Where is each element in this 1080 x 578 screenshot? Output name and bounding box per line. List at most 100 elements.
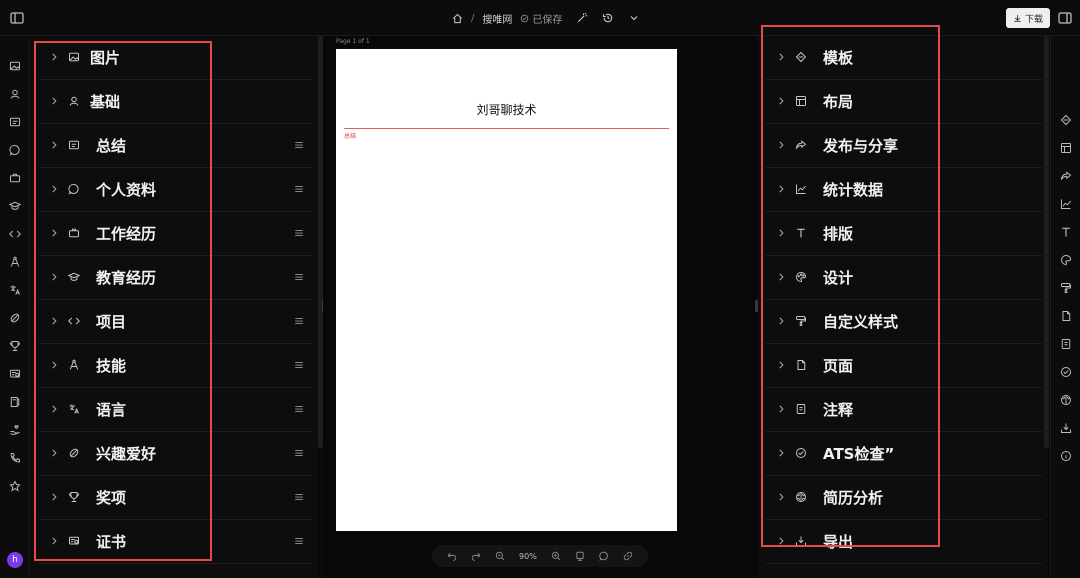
link-icon[interactable] (623, 551, 633, 561)
brain-icon[interactable] (1060, 394, 1072, 406)
page-icon[interactable] (1060, 310, 1072, 322)
section-profiles[interactable]: 个人资料 (39, 168, 312, 212)
share-icon[interactable] (1060, 170, 1072, 182)
section-design[interactable]: 设计 (766, 256, 1042, 300)
chevron-right-icon[interactable] (776, 359, 786, 371)
chevron-right-icon[interactable] (49, 51, 59, 63)
layout-icon[interactable] (1060, 142, 1072, 154)
zoom-in-icon[interactable] (551, 551, 561, 561)
export-icon[interactable] (1060, 422, 1072, 434)
chevron-right-icon[interactable] (776, 535, 786, 547)
section-export[interactable]: 导出 (766, 520, 1042, 564)
chevron-right-icon[interactable] (776, 95, 786, 107)
chevron-right-icon[interactable] (776, 403, 786, 415)
section-awards[interactable]: 奖项 (39, 476, 312, 520)
drag-handle-icon[interactable] (294, 447, 304, 459)
section-summary[interactable]: 总结 (39, 124, 312, 168)
drag-handle-icon[interactable] (294, 403, 304, 415)
fit-page-icon[interactable] (575, 551, 585, 561)
chevron-right-icon[interactable] (776, 183, 786, 195)
right-panel-scrollbar[interactable] (1044, 36, 1049, 448)
chevron-right-icon[interactable] (776, 139, 786, 151)
paint-roller-icon[interactable] (1060, 282, 1072, 294)
palette-icon[interactable] (1060, 254, 1072, 266)
section-resume-analysis[interactable]: 简历分析 (766, 476, 1042, 520)
drag-handle-icon[interactable] (294, 359, 304, 371)
drag-handle-icon[interactable] (294, 315, 304, 327)
chevron-right-icon[interactable] (49, 403, 59, 415)
drag-handle-icon[interactable] (294, 271, 304, 283)
section-notes[interactable]: 注释 (766, 388, 1042, 432)
chevron-right-icon[interactable] (49, 447, 59, 459)
code-icon[interactable] (9, 228, 21, 240)
briefcase-icon[interactable] (9, 172, 21, 184)
avatar[interactable]: h (7, 552, 23, 568)
undo-icon[interactable] (447, 551, 457, 561)
chart-icon[interactable] (1060, 198, 1072, 210)
section-picture[interactable]: 图片 (39, 36, 312, 80)
image-icon[interactable] (9, 60, 21, 72)
drag-handle-icon[interactable] (294, 183, 304, 195)
summary-icon[interactable] (9, 116, 21, 128)
section-page[interactable]: 页面 (766, 344, 1042, 388)
section-basics[interactable]: 基础 (39, 80, 312, 124)
section-certificates[interactable]: 证书 (39, 520, 312, 564)
check-circle-icon[interactable] (1060, 366, 1072, 378)
magic-wand-icon[interactable] (576, 12, 588, 24)
info-icon[interactable] (1060, 450, 1072, 462)
type-icon[interactable] (1060, 226, 1072, 238)
drag-handle-icon[interactable] (294, 535, 304, 547)
comment-icon[interactable] (599, 551, 609, 561)
section-typography[interactable]: 排版 (766, 212, 1042, 256)
chevron-right-icon[interactable] (776, 227, 786, 239)
chevron-right-icon[interactable] (49, 535, 59, 547)
chevron-right-icon[interactable] (49, 359, 59, 371)
drag-handle-icon[interactable] (294, 491, 304, 503)
volunteer-icon[interactable] (9, 424, 21, 436)
note-icon[interactable] (1060, 338, 1072, 350)
redo-icon[interactable] (471, 551, 481, 561)
right-panel-toggle-icon[interactable] (1057, 10, 1073, 26)
section-projects[interactable]: 项目 (39, 300, 312, 344)
chat-icon[interactable] (9, 144, 21, 156)
zoom-out-icon[interactable] (495, 551, 505, 561)
section-custom-css[interactable]: 自定义样式 (766, 300, 1042, 344)
leaf-icon[interactable] (9, 312, 21, 324)
history-icon[interactable] (602, 12, 614, 24)
resume-page[interactable]: 刘哥聊技术 总结 (336, 49, 677, 531)
star-icon[interactable] (9, 480, 21, 492)
phone-icon[interactable] (9, 452, 21, 464)
certificate-icon[interactable] (9, 368, 21, 380)
chevron-right-icon[interactable] (776, 51, 786, 63)
document-title[interactable]: 搜唯网 (482, 11, 512, 26)
section-statistics[interactable]: 统计数据 (766, 168, 1042, 212)
home-icon[interactable] (452, 13, 463, 24)
translate-icon[interactable] (9, 284, 21, 296)
section-education[interactable]: 教育经历 (39, 256, 312, 300)
section-layout[interactable]: 布局 (766, 80, 1042, 124)
chevron-right-icon[interactable] (776, 491, 786, 503)
chevron-right-icon[interactable] (776, 271, 786, 283)
chevron-right-icon[interactable] (49, 227, 59, 239)
chevron-right-icon[interactable] (776, 447, 786, 459)
chevron-right-icon[interactable] (49, 95, 59, 107)
chevron-right-icon[interactable] (49, 491, 59, 503)
section-template[interactable]: 模板 (766, 36, 1042, 80)
compass-icon[interactable] (9, 256, 21, 268)
chevron-right-icon[interactable] (49, 271, 59, 283)
section-interests[interactable]: 兴趣爱好 (39, 432, 312, 476)
chevron-right-icon[interactable] (49, 139, 59, 151)
book-icon[interactable] (9, 396, 21, 408)
section-experience[interactable]: 工作经历 (39, 212, 312, 256)
chevron-right-icon[interactable] (49, 183, 59, 195)
sidebar-toggle-icon[interactable] (9, 10, 25, 26)
section-sharing[interactable]: 发布与分享 (766, 124, 1042, 168)
download-button[interactable]: 下载 (1006, 8, 1050, 28)
chevron-down-icon[interactable] (628, 12, 640, 24)
trophy-icon[interactable] (9, 340, 21, 352)
section-skills[interactable]: 技能 (39, 344, 312, 388)
user-icon[interactable] (9, 88, 21, 100)
drag-handle-icon[interactable] (294, 227, 304, 239)
diamond-icon[interactable] (1060, 114, 1072, 126)
drag-handle-icon[interactable] (294, 139, 304, 151)
